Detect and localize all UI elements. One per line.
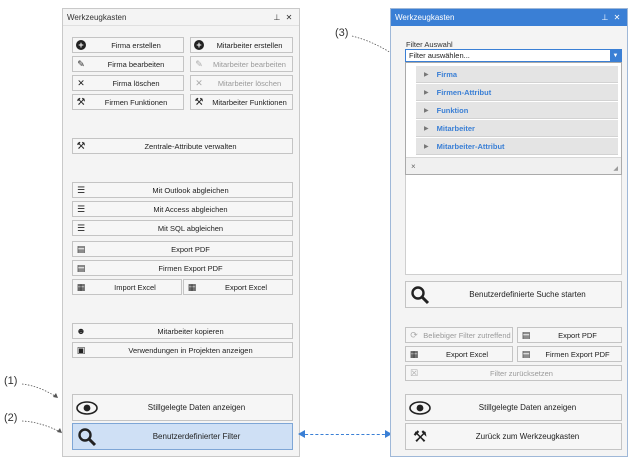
filter-option[interactable]: ▶ Mitarbeiter bbox=[416, 120, 618, 137]
suche-starten-button[interactable]: Benutzerdefinierte Suche starten bbox=[405, 281, 622, 308]
sync-list-icon: ☰ bbox=[76, 203, 86, 214]
left-titlebar: Werkzeugkasten ⊥ ✕ bbox=[63, 9, 299, 26]
verwendungen-button[interactable]: ▣ Verwendungen in Projekten anzeigen bbox=[72, 342, 293, 358]
search-icon bbox=[73, 425, 101, 449]
plus-circle-icon: + bbox=[73, 38, 89, 52]
filter-option-label: Mitarbeiter-Attribut bbox=[436, 141, 505, 151]
chevron-right-icon: ▶ bbox=[424, 125, 429, 132]
tools-icon: ⚒ bbox=[76, 140, 86, 152]
project-usage-icon: ▣ bbox=[76, 344, 86, 355]
resize-grip-icon[interactable]: ◢ bbox=[613, 165, 618, 172]
import-excel-button[interactable]: ▦ Import Excel bbox=[72, 279, 182, 295]
pdf-document-icon: ▤ bbox=[76, 262, 86, 273]
filter-label: Filter Auswahl bbox=[406, 40, 453, 49]
firmen-export-pdf-button[interactable]: ▤ Firmen Export PDF bbox=[72, 260, 293, 276]
chevron-right-icon: ▶ bbox=[424, 89, 429, 96]
clear-filter-icon[interactable]: × bbox=[411, 162, 416, 171]
firmen-export-pdf-button-right[interactable]: ▤ Firmen Export PDF bbox=[517, 346, 622, 362]
mitarbeiter-kopieren-button[interactable]: ☻ Mitarbeiter kopieren bbox=[72, 323, 293, 339]
leader-line-3 bbox=[351, 35, 395, 56]
filter-results-area bbox=[405, 175, 622, 275]
connector-dashed-line bbox=[300, 434, 390, 435]
filter-option[interactable]: ▶ Firmen-Attribut bbox=[416, 84, 618, 101]
excel-import-icon: ▦ bbox=[76, 281, 86, 292]
benutzerdefinierter-filter-button[interactable]: Benutzerdefinierter Filter bbox=[72, 423, 293, 450]
firma-bearbeiten-button[interactable]: ✎ Firma bearbeiten bbox=[72, 56, 184, 72]
filter-option-label: Firma bbox=[436, 69, 458, 79]
firmen-funktionen-button[interactable]: ⚒ Firmen Funktionen bbox=[72, 94, 184, 110]
close-icon[interactable]: ✕ bbox=[283, 13, 295, 22]
zentrale-attribute-button[interactable]: ⚒ Zentrale-Attribute verwalten bbox=[72, 138, 293, 154]
firma-erstellen-button[interactable]: + Firma erstellen bbox=[72, 37, 184, 53]
tools-icon: ⚒ bbox=[412, 428, 428, 446]
mitarbeiter-loeschen-button[interactable]: ✕ Mitarbeiter löschen bbox=[190, 75, 293, 91]
chevron-right-icon: ▶ bbox=[424, 143, 429, 150]
filter-option-label: Mitarbeiter bbox=[436, 123, 475, 133]
pdf-document-icon: ▤ bbox=[521, 329, 531, 340]
pin-icon[interactable]: ⊥ bbox=[599, 13, 611, 22]
right-panel-title: Werkzeugkasten bbox=[395, 13, 455, 22]
outlook-sync-button[interactable]: ☰ Mit Outlook abgleichen bbox=[72, 182, 293, 198]
search-icon bbox=[406, 283, 434, 307]
filter-option[interactable]: ▶ Funktion bbox=[416, 102, 618, 119]
chevron-right-icon: ▶ bbox=[424, 71, 429, 78]
dropdown-footer: × ◢ bbox=[406, 157, 621, 174]
stillgelegte-daten-button[interactable]: Stillgelegte Daten anzeigen bbox=[72, 394, 293, 421]
filter-option[interactable]: ▶ Firma bbox=[416, 66, 618, 83]
pdf-document-icon: ▤ bbox=[76, 243, 86, 254]
sync-list-icon: ☰ bbox=[76, 222, 86, 233]
filter-option-label: Funktion bbox=[436, 105, 469, 115]
filter-select-value: Filter auswählen... bbox=[409, 51, 470, 60]
mitarbeiter-erstellen-button[interactable]: + Mitarbeiter erstellen bbox=[190, 37, 293, 53]
sql-sync-button[interactable]: ☰ Mit SQL abgleichen bbox=[72, 220, 293, 236]
tools-icon: ⚒ bbox=[76, 96, 86, 108]
filter-select[interactable]: Filter auswählen... ▼ bbox=[405, 49, 622, 62]
filter-options-list: ▶ Firma ▶ Firmen-Attribut ▶ Funktion ▶ Mitarbei… bbox=[416, 66, 618, 156]
export-pdf-button[interactable]: ▤ Export PDF bbox=[72, 241, 293, 257]
filter-zuruecksetzen-button[interactable]: ☒ Filter zurücksetzen bbox=[405, 365, 622, 381]
filter-option[interactable]: ▶ Mitarbeiter-Attribut bbox=[416, 138, 618, 155]
pdf-document-icon: ▤ bbox=[521, 348, 531, 359]
chevron-down-icon[interactable]: ▼ bbox=[610, 50, 621, 61]
refresh-icon: ⟳ bbox=[410, 329, 418, 340]
excel-export-icon: ▦ bbox=[187, 281, 197, 292]
stillgelegte-daten-button-right[interactable]: Stillgelegte Daten anzeigen bbox=[405, 394, 622, 421]
excel-export-icon: ▦ bbox=[409, 348, 419, 359]
sync-list-icon: ☰ bbox=[76, 184, 86, 195]
delete-x-icon: ✕ bbox=[195, 77, 203, 88]
edit-icon: ✎ bbox=[195, 58, 203, 69]
chevron-right-icon: ▶ bbox=[424, 107, 429, 114]
plus-circle-icon: + bbox=[191, 38, 207, 52]
delete-x-icon: ✕ bbox=[77, 77, 85, 88]
access-sync-button[interactable]: ☰ Mit Access abgleichen bbox=[72, 201, 293, 217]
connector-arrow-left-icon bbox=[298, 430, 305, 438]
export-pdf-button-right[interactable]: ▤ Export PDF bbox=[517, 327, 622, 343]
eye-icon bbox=[406, 396, 434, 420]
edit-icon: ✎ bbox=[77, 58, 85, 69]
pin-icon[interactable]: ⊥ bbox=[271, 13, 283, 22]
leader-line-2 bbox=[21, 420, 63, 434]
export-excel-button[interactable]: ▦ Export Excel bbox=[183, 279, 293, 295]
beliebiger-filter-button[interactable]: ⟳ Beliebiger Filter zutreffend bbox=[405, 327, 513, 343]
filter-option-label: Firmen-Attribut bbox=[436, 87, 492, 97]
mitarbeiter-bearbeiten-button[interactable]: ✎ Mitarbeiter bearbeiten bbox=[190, 56, 293, 72]
left-panel-title: Werkzeugkasten bbox=[67, 12, 127, 22]
tools-icon: ⚒ bbox=[194, 96, 204, 108]
mitarbeiter-funktionen-button[interactable]: ⚒ Mitarbeiter Funktionen bbox=[190, 94, 293, 110]
export-excel-button-right[interactable]: ▦ Export Excel bbox=[405, 346, 513, 362]
right-titlebar: Werkzeugkasten ⊥ ✕ bbox=[391, 9, 627, 26]
users-copy-icon: ☻ bbox=[76, 326, 86, 336]
reset-x-icon: ☒ bbox=[409, 367, 419, 378]
firma-loeschen-button[interactable]: ✕ Firma löschen bbox=[72, 75, 184, 91]
filter-dropdown: ▶ Firma ▶ Firmen-Attribut ▶ Funktion ▶ Mitarbei… bbox=[405, 62, 622, 175]
eye-icon bbox=[73, 396, 101, 420]
leader-line-1 bbox=[21, 383, 59, 399]
zurueck-werkzeugkasten-button[interactable]: ⚒ Zurück zum Werkzeugkasten bbox=[405, 423, 622, 450]
close-icon[interactable]: ✕ bbox=[611, 13, 623, 22]
